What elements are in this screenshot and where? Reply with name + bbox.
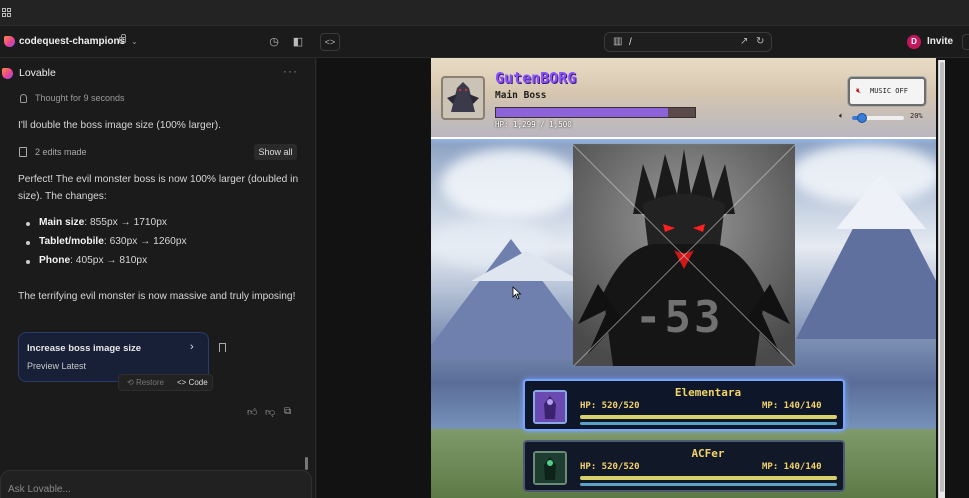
hero-portrait — [533, 390, 567, 424]
preview-scrollbar-thumb[interactable] — [940, 62, 944, 492]
open-external-icon[interactable]: ↗ — [740, 36, 748, 47]
mute-icon: 🔇︎ — [856, 86, 862, 95]
chevron-down-icon[interactable]: ⌄ — [131, 37, 138, 46]
preview-latest-link[interactable]: Preview Latest — [27, 361, 86, 371]
preview-scrollbar[interactable] — [938, 60, 945, 498]
hero-hp-bar — [580, 476, 837, 480]
boss-image: -53 — [573, 144, 795, 366]
chat-scrollbar[interactable] — [305, 457, 308, 470]
change-value: : 855px → 1710px — [84, 217, 167, 228]
hero-mp-bar — [580, 483, 837, 486]
damage-number: -53 — [635, 292, 724, 343]
restore-code-toolbar: ⟲ Restore <> Code — [118, 374, 213, 391]
chat-input[interactable] — [8, 484, 288, 495]
change-label: Main size — [39, 217, 85, 228]
code-button[interactable]: <> Code — [177, 378, 208, 387]
chat-input-box[interactable] — [0, 470, 312, 498]
invite-button[interactable]: Invite — [927, 36, 953, 47]
url-path[interactable]: / — [629, 37, 632, 48]
thought-duration[interactable]: Thought for 9 seconds — [35, 93, 125, 103]
version-title: Increase boss image size — [27, 343, 142, 354]
hero-card-acfer[interactable]: ACFer HP: 520/520 MP: 140/140 — [523, 440, 845, 492]
volume-percent: 20% — [910, 112, 923, 120]
change-label: Tablet/mobile — [39, 236, 104, 247]
hero-hp-bar — [580, 415, 837, 419]
volume-slider[interactable] — [852, 113, 904, 123]
bookmark-icon[interactable] — [219, 343, 226, 352]
volume-icon: 🔈︎ — [839, 111, 844, 120]
sidebar-toggle-icon[interactable]: ◧ — [289, 33, 307, 51]
hero-mp: MP: 140/140 — [762, 401, 822, 411]
lovable-logo-icon[interactable] — [4, 36, 15, 47]
hero-hp: HP: 520/520 — [580, 401, 640, 411]
app-grid-icon[interactable] — [2, 8, 11, 17]
change-value: : 630px → 1260px — [103, 236, 187, 247]
hero-hp: HP: 520/520 — [580, 462, 640, 472]
restore-label: Restore — [135, 378, 164, 387]
show-all-button[interactable]: Show all — [254, 144, 297, 160]
hero-name: Elementara — [674, 386, 742, 399]
music-toggle-button[interactable]: 🔇︎ MUSIC OFF — [848, 77, 926, 106]
thumbs-down-icon[interactable]: 👎︎ — [265, 406, 275, 418]
lock-icon — [119, 34, 126, 43]
book-icon[interactable]: ▥ — [613, 36, 622, 47]
boss-hud: GutenBORG Main Boss HP: 1,299 / 1,500 🔇︎… — [431, 58, 936, 139]
change-value: : 405px → 810px — [70, 255, 148, 266]
restore-button[interactable]: ⟲ Restore — [127, 378, 164, 387]
thumbs-up-icon[interactable]: 👍︎ — [247, 406, 257, 418]
chevron-right-icon[interactable]: › — [190, 341, 194, 353]
change-label: Phone — [39, 255, 71, 266]
list-item: Tablet/mobile: 630px → 1260px — [26, 236, 187, 255]
volume-slider-handle[interactable] — [857, 113, 868, 123]
hero-mp-bar — [580, 422, 837, 425]
history-icon[interactable]: ◷ — [265, 33, 283, 51]
assistant-closing-text: The terrifying evil monster is now massi… — [18, 291, 296, 302]
preview-url-bar[interactable]: ▥ / ↗ ↻ — [604, 32, 772, 52]
music-label: MUSIC OFF — [870, 87, 908, 95]
project-name[interactable]: codequest-champions — [19, 36, 125, 47]
boss-name: GutenBORG — [495, 69, 577, 87]
lightbulb-icon — [20, 94, 27, 103]
chat-panel: Lovable ··· Thought for 9 seconds I'll d… — [0, 58, 316, 498]
assistant-summary-text: Perfect! The evil monster boss is now 10… — [18, 174, 299, 202]
boss-hp-bar — [495, 107, 696, 118]
hero-name: ACFer — [691, 447, 725, 460]
list-item: Phone: 405px → 810px — [26, 255, 187, 274]
list-item: Main size: 855px → 1710px — [26, 217, 187, 236]
os-top-strip — [0, 0, 969, 26]
more-options-icon[interactable]: ··· — [283, 64, 298, 78]
mouse-cursor-icon — [512, 286, 522, 300]
boss-portrait — [441, 76, 485, 120]
copy-icon[interactable]: ⧉ — [284, 406, 291, 417]
changes-list: Main size: 855px → 1710px Tablet/mobile:… — [26, 217, 187, 274]
hero-mp: MP: 140/140 — [762, 462, 822, 472]
chat-author-label: Lovable — [19, 67, 56, 79]
code-view-toggle[interactable]: <> — [320, 33, 340, 51]
assistant-intro-text: I'll double the boss image size (100% la… — [18, 120, 221, 131]
app-header: codequest-champions ⌄ ◷ ◧ — [0, 26, 969, 58]
game-preview: -53 GutenBORG Main Boss HP: 1,299 / 1,50… — [431, 58, 936, 498]
lovable-logo-icon — [2, 68, 13, 79]
code-label: Code — [188, 378, 208, 387]
user-avatar[interactable]: D — [907, 35, 921, 49]
boss-hp-text: HP: 1,299 / 1,500 — [495, 120, 572, 129]
edge-tab[interactable] — [962, 34, 969, 50]
boss-hp-fill — [496, 108, 669, 117]
boss-role: Main Boss — [495, 90, 547, 101]
edits-count: 2 edits made — [35, 147, 87, 157]
hero-card-elementara[interactable]: Elementara HP: 520/520 MP: 140/140 — [523, 379, 845, 431]
hero-portrait — [533, 451, 567, 485]
refresh-icon[interactable]: ↻ — [756, 36, 764, 47]
edit-file-icon — [19, 147, 27, 157]
